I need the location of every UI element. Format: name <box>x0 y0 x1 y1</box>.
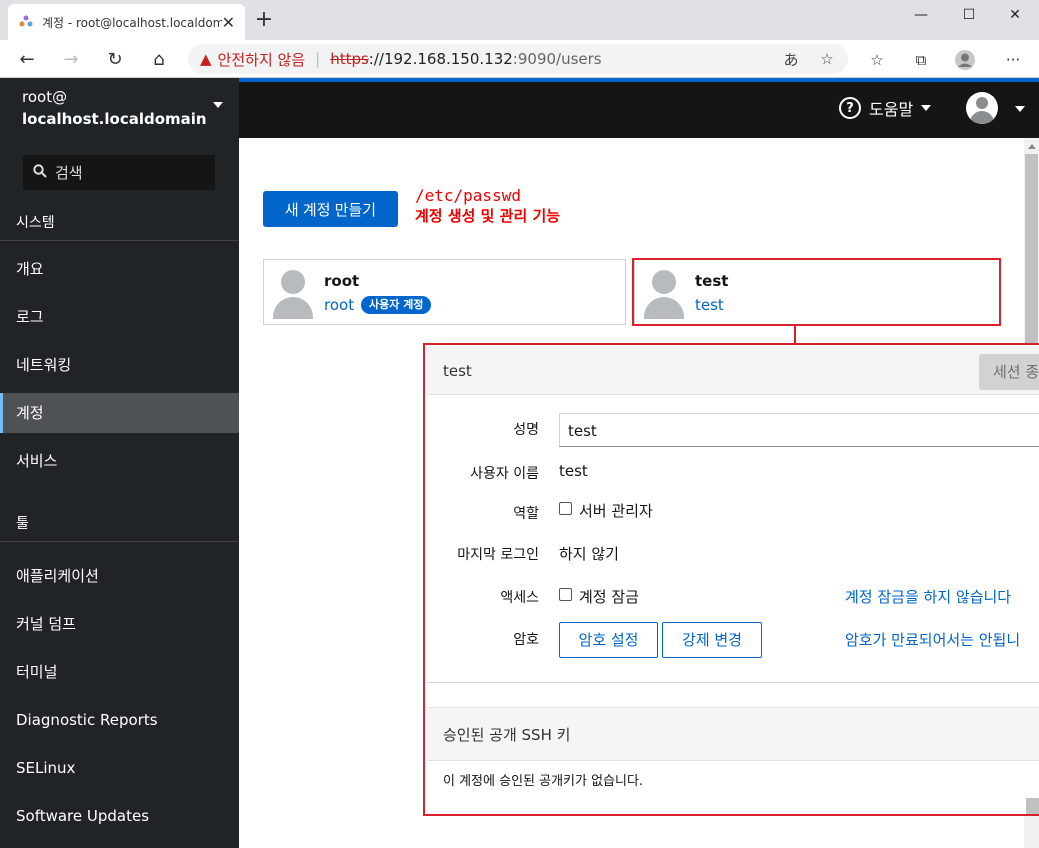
warning-icon[interactable]: ▲ <box>200 50 212 68</box>
tab-close-icon[interactable]: ✕ <box>222 13 235 32</box>
sidebar-item-terminal[interactable]: 터미널 <box>0 652 239 692</box>
panel-scroll-thumb[interactable] <box>1026 798 1039 814</box>
search-placeholder: 검색 <box>55 164 83 182</box>
more-menu-icon[interactable]: ··· <box>1001 48 1025 72</box>
account-detail-header: test 세션 종 <box>427 347 1039 395</box>
maximize-icon[interactable]: ☐ <box>945 0 993 30</box>
panel-divider <box>427 682 1039 683</box>
sidebar-item-networking[interactable]: 네트워킹 <box>0 345 239 385</box>
reload-icon[interactable]: ↻ <box>102 46 128 72</box>
password-label: 암호 <box>513 632 539 648</box>
end-session-button[interactable]: 세션 종 <box>979 354 1039 390</box>
search-icon <box>33 163 47 182</box>
username-value: test <box>559 462 588 480</box>
masthead: ? 도움말 <box>239 78 1039 138</box>
last-login-label: 마지막 로그인 <box>457 547 539 563</box>
host-caret-icon <box>213 102 223 108</box>
username-label: 사용자 이름 <box>470 466 539 482</box>
section-tools: 툴 <box>0 506 239 542</box>
user-menu-caret-icon[interactable] <box>1015 106 1025 112</box>
account-login: root <box>324 296 355 314</box>
url-host: ://192.168.150.132 <box>368 50 513 68</box>
help-icon: ? <box>839 97 861 119</box>
sidebar-search-input[interactable]: 검색 <box>23 155 215 190</box>
set-password-button[interactable]: 암호 설정 <box>559 622 658 658</box>
security-warning[interactable]: 안전하지 않음 <box>218 49 306 70</box>
role-admin-label: 서버 관리자 <box>579 502 653 520</box>
password-expiry-link[interactable]: 암호가 만료되어서는 안됩니 <box>845 629 1020 650</box>
lock-account-checkbox[interactable] <box>559 588 572 601</box>
home-icon[interactable]: ⌂ <box>146 46 172 72</box>
annotation-line-1: /etc/passwd <box>415 186 521 205</box>
help-label: 도움말 <box>869 100 914 119</box>
account-detail-title: test <box>443 362 472 380</box>
current-user-badge: 사용자 계정 <box>361 296 432 314</box>
account-avatar-icon <box>273 269 313 319</box>
address-bar[interactable]: ▲ 안전하지 않음 | https ://192.168.150.132 :90… <box>188 44 848 74</box>
scroll-thumb[interactable] <box>1025 154 1038 344</box>
fullname-label: 성명 <box>513 422 539 438</box>
translate-icon[interactable]: あ <box>780 48 802 70</box>
sidebar-item-accounts[interactable]: 계정 <box>0 393 239 433</box>
sidebar-item-selinux[interactable]: SELinux <box>0 748 239 788</box>
annotation-note: /etc/passwd 계정 생성 및 관리 기능 <box>415 186 560 226</box>
host-user: root@ <box>22 88 68 106</box>
account-name: root <box>324 272 360 290</box>
host-switcher[interactable]: root@ localhost.localdomain <box>0 78 239 138</box>
sidebar-item-services[interactable]: 서비스 <box>0 441 239 481</box>
forward-icon[interactable]: → <box>58 46 84 72</box>
browser-tab-bar: 계정 - root@localhost.localdomain ✕ + — ☐ … <box>0 0 1039 40</box>
role-admin-checkbox[interactable] <box>559 502 572 515</box>
user-avatar[interactable] <box>966 92 998 124</box>
url-protocol: https <box>330 50 369 68</box>
help-caret-icon <box>921 105 932 111</box>
window-close-icon[interactable]: ✕ <box>991 0 1039 30</box>
section-system: 시스템 <box>0 205 239 241</box>
profile-avatar-icon <box>955 50 975 70</box>
role-label: 역할 <box>513 506 539 522</box>
cockpit-favicon-icon <box>19 15 33 27</box>
favorites-icon[interactable]: ☆ <box>865 48 889 72</box>
sidebar-item-kernel-dump[interactable]: 커널 덤프 <box>0 604 239 644</box>
tab-title: 계정 - root@localhost.localdomain <box>41 15 222 30</box>
url-separator: | <box>315 50 321 68</box>
avatar-head <box>976 97 988 109</box>
profile-icon[interactable] <box>953 48 977 72</box>
url-path: :9090/users <box>512 50 602 68</box>
new-tab-button[interactable]: + <box>252 8 276 32</box>
favorite-star-icon[interactable]: ☆ <box>816 48 838 70</box>
account-lock-link[interactable]: 계정 잠금을 하지 않습니다 <box>845 586 1011 607</box>
ssh-keys-title: 승인된 공개 SSH 키 <box>443 726 571 744</box>
scroll-up-icon[interactable] <box>1028 144 1036 149</box>
lock-account-label: 계정 잠금 <box>579 588 639 606</box>
sidebar-item-overview[interactable]: 개요 <box>0 249 239 289</box>
account-card-root[interactable]: root root 사용자 계정 <box>263 259 626 325</box>
browser-toolbar: ← → ↻ ⌂ ▲ 안전하지 않음 | https ://192.168.150… <box>0 40 1039 78</box>
sidebar-item-applications[interactable]: 애플리케이션 <box>0 556 239 596</box>
host-name: localhost.localdomain <box>22 110 207 128</box>
annotation-line-2: 계정 생성 및 관리 기능 <box>415 207 561 225</box>
back-icon[interactable]: ← <box>14 46 40 72</box>
fullname-field[interactable]: test <box>559 413 1039 447</box>
ssh-keys-header: 승인된 공개 SSH 키 <box>427 707 1039 761</box>
annotation-connector <box>794 325 796 343</box>
ssh-keys-empty: 이 계정에 승인된 공개키가 없습니다. <box>443 774 644 789</box>
create-account-button[interactable]: 새 계정 만들기 <box>263 191 398 227</box>
force-change-button[interactable]: 강제 변경 <box>662 622 762 658</box>
last-login-value: 하지 않기 <box>559 545 619 563</box>
sidebar-item-software-updates[interactable]: Software Updates <box>0 796 239 836</box>
minimize-icon[interactable]: — <box>897 0 945 30</box>
browser-tab[interactable]: 계정 - root@localhost.localdomain ✕ <box>8 4 245 40</box>
sidebar: root@ localhost.localdomain 검색 시스템 개요 로그… <box>0 78 239 848</box>
sidebar-item-logs[interactable]: 로그 <box>0 297 239 337</box>
sidebar-item-diagnostic-reports[interactable]: Diagnostic Reports <box>0 700 239 740</box>
collections-icon[interactable]: ⧉ <box>909 48 933 72</box>
annotation-highlight <box>632 258 1001 326</box>
access-label: 액세스 <box>500 590 539 606</box>
account-detail-panel: test 세션 종 성명 test 사용자 이름 test 역할 서버 관리자 … <box>423 343 1039 816</box>
avatar-body <box>970 111 994 124</box>
help-menu[interactable]: ? 도움말 <box>839 96 932 120</box>
